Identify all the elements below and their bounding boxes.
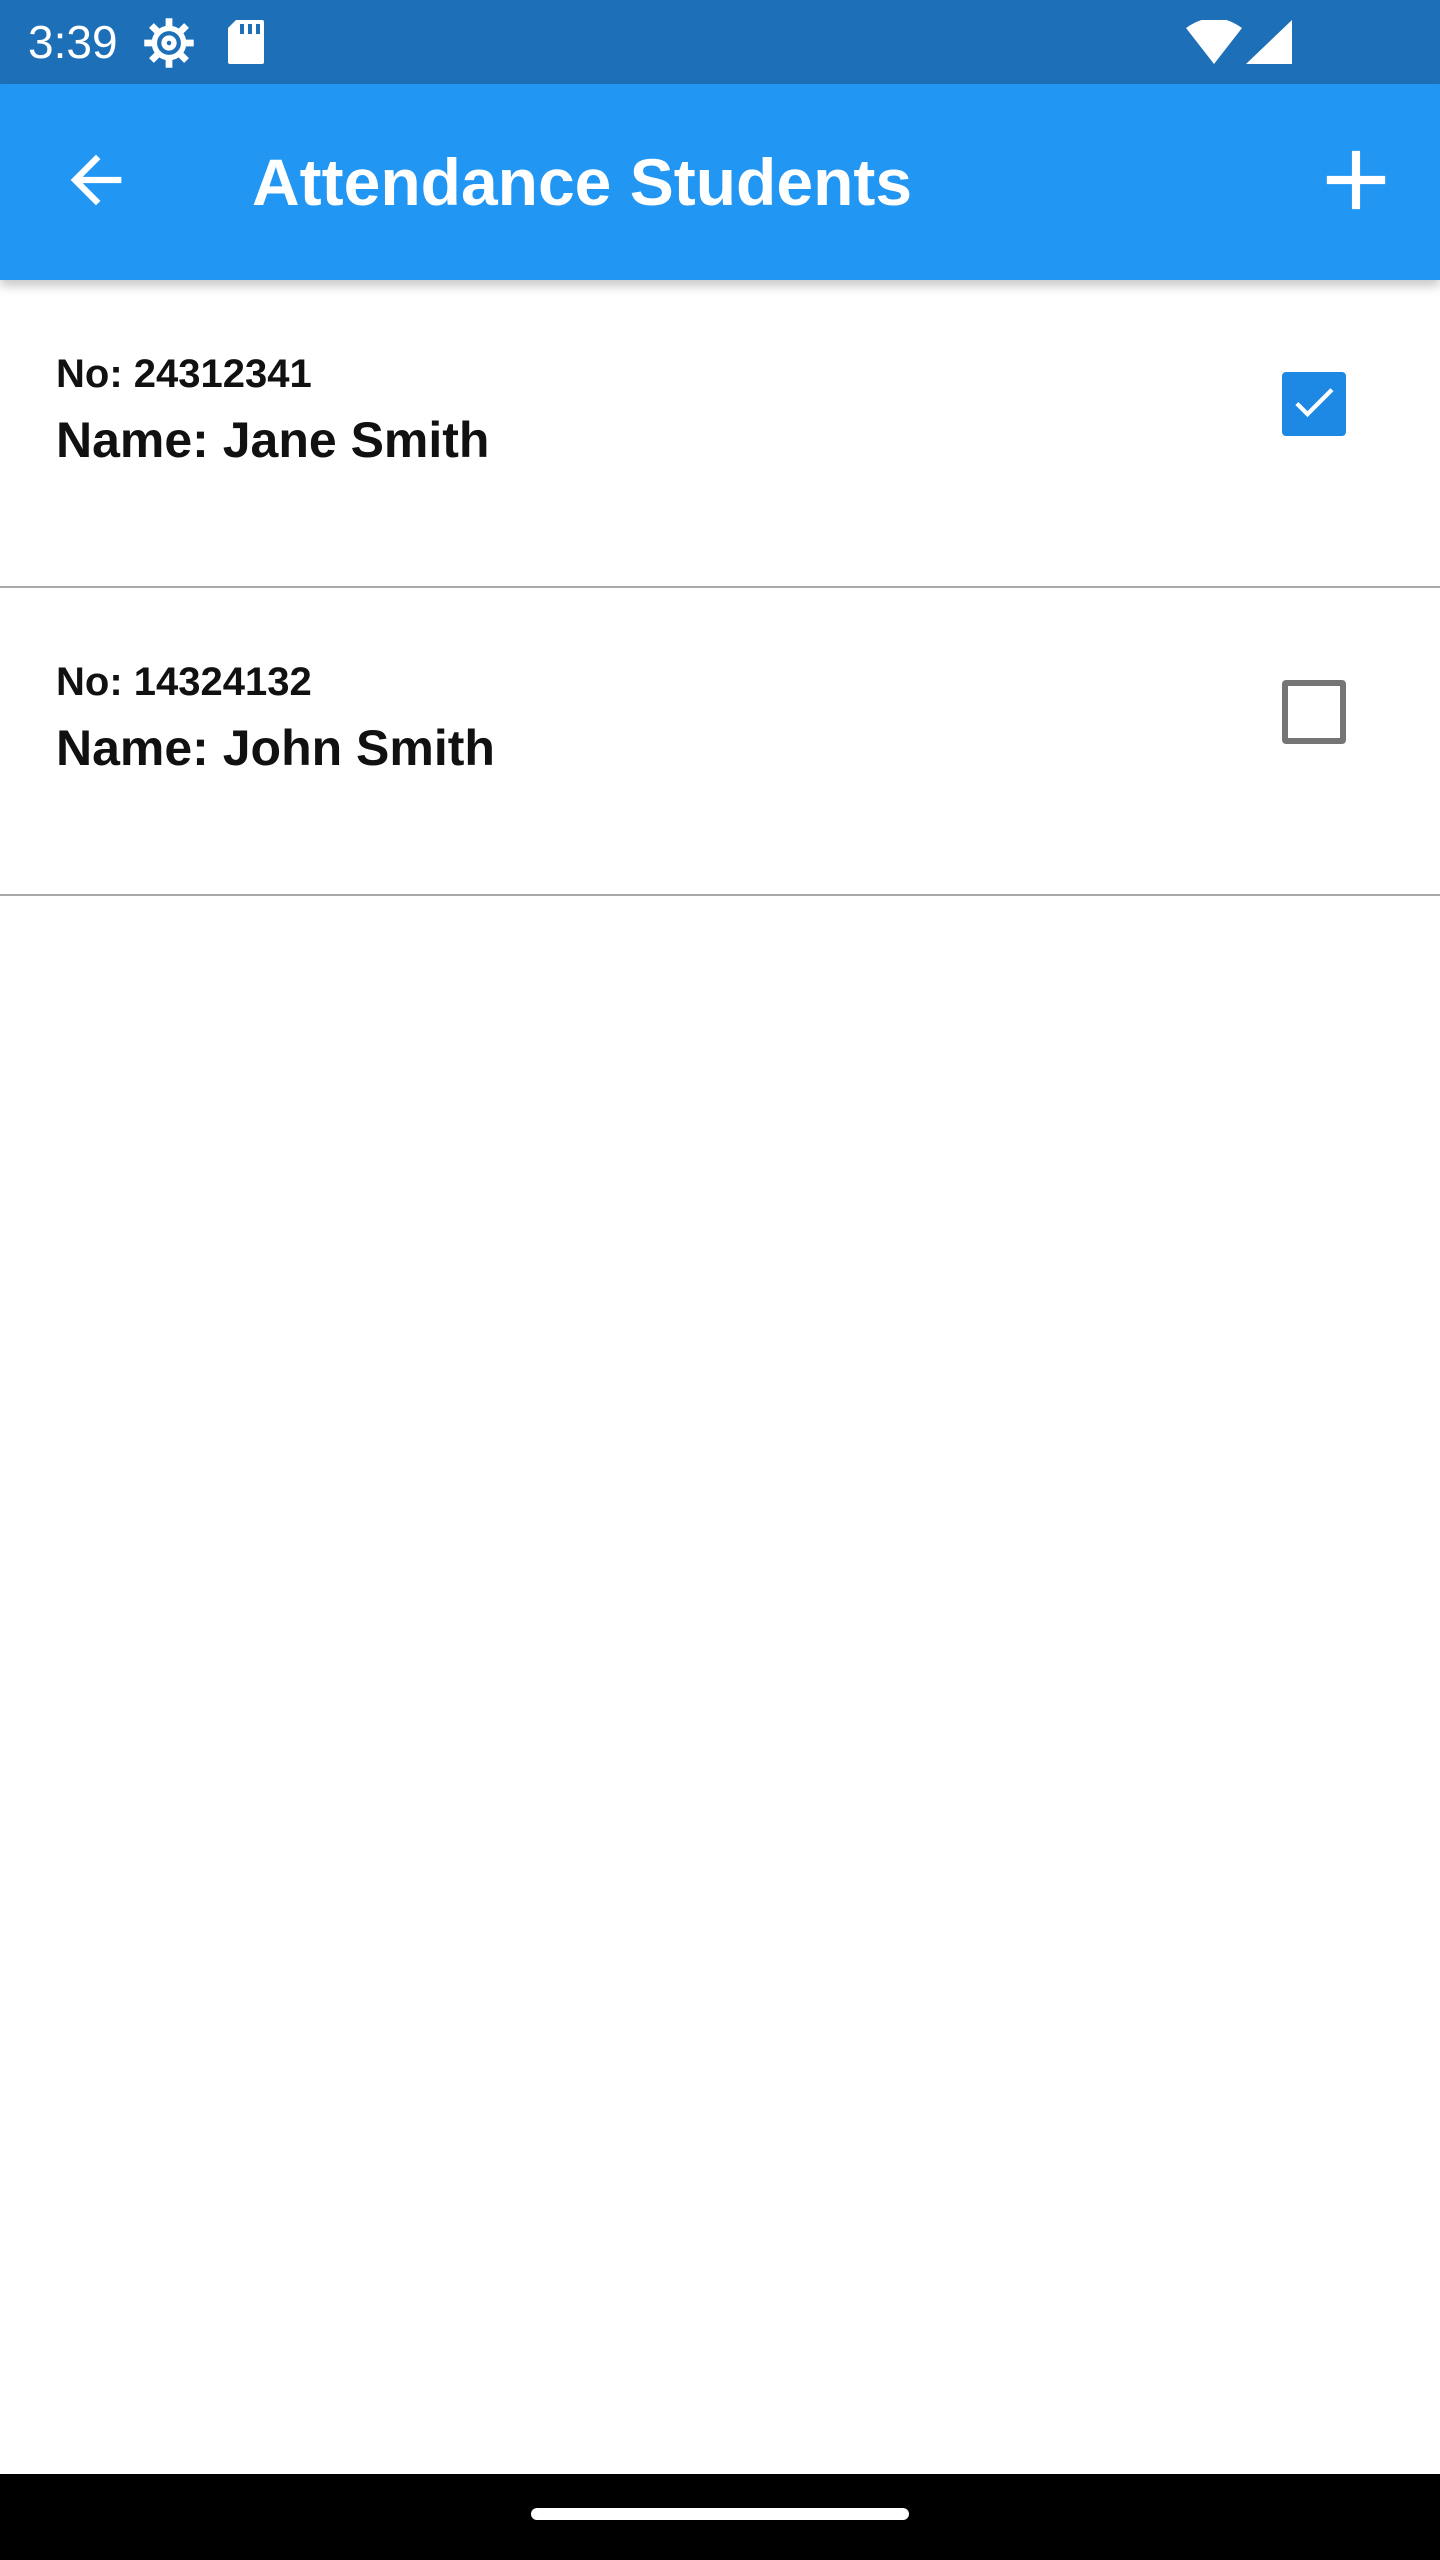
page-title: Attendance Students <box>252 145 913 219</box>
app-bar: Attendance Students <box>0 84 1440 280</box>
signal-icon <box>1246 20 1292 69</box>
navigation-bar <box>0 2474 1440 2560</box>
student-name: Name: Jane Smith <box>56 412 490 468</box>
attendance-checkbox[interactable] <box>1282 372 1346 436</box>
list-item: No: 14324132 Name: John Smith <box>0 588 1440 896</box>
student-number: No: 24312341 <box>56 352 312 396</box>
checkmark-icon <box>1288 376 1340 433</box>
add-student-button[interactable] <box>1296 122 1416 242</box>
plus-icon <box>1321 145 1391 220</box>
wifi-icon <box>1186 18 1242 69</box>
student-name: Name: John Smith <box>56 720 495 776</box>
gear-icon <box>142 16 196 75</box>
back-button[interactable] <box>36 122 156 242</box>
student-list: No: 24312341 Name: Jane Smith No: 143241… <box>0 280 1440 896</box>
arrow-left-icon <box>58 142 134 223</box>
student-number: No: 14324132 <box>56 660 312 704</box>
sd-card-icon <box>226 18 266 71</box>
status-time: 3:39 <box>28 16 118 68</box>
home-handle[interactable] <box>531 2508 909 2520</box>
list-item: No: 24312341 Name: Jane Smith <box>0 280 1440 588</box>
status-bar: 3:39 <box>0 0 1440 84</box>
attendance-checkbox[interactable] <box>1282 680 1346 744</box>
